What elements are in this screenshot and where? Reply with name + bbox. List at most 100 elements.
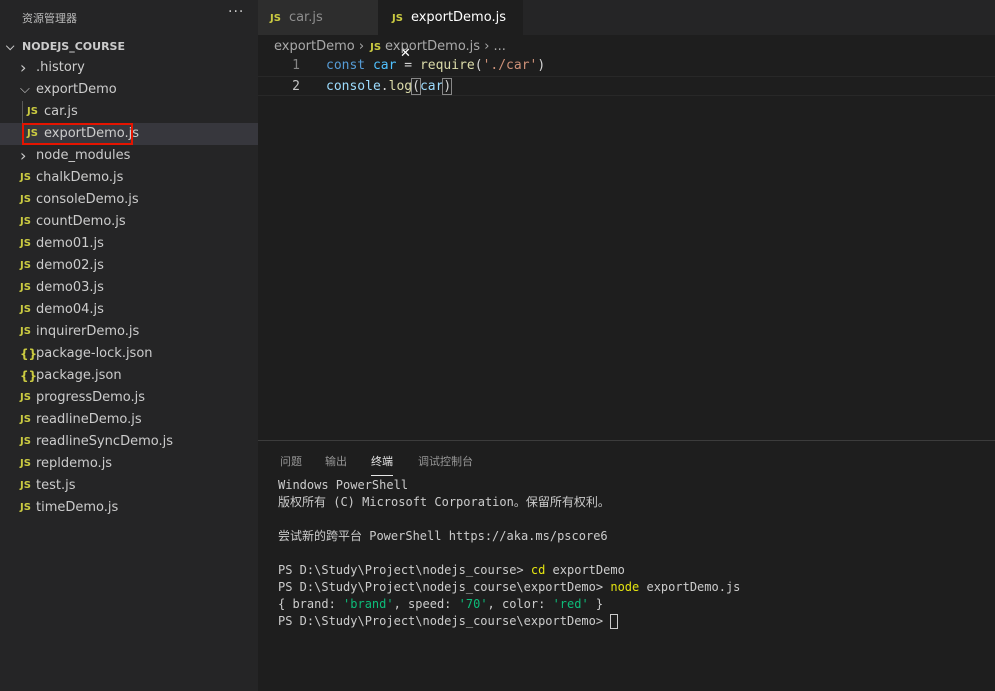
output-string: 'brand' (343, 597, 394, 611)
breadcrumb: exportDemo › JS exportDemo.js › ... (274, 38, 506, 57)
js-file-icon: JS (20, 304, 31, 315)
highlight-box (22, 123, 133, 145)
function-name: log (388, 79, 413, 94)
tree-item-label: consoleDemo.js (36, 192, 139, 207)
js-file-icon: JS (20, 194, 31, 205)
prompt: PS D:\Study\Project\nodejs_course\export… (278, 580, 611, 594)
tree-item[interactable]: JS timeDemo.js (0, 497, 258, 519)
tree-item-label: progressDemo.js (36, 390, 146, 405)
indent-guide (22, 101, 23, 123)
js-file-icon: JS (270, 13, 281, 24)
js-file-icon: JS (20, 216, 31, 227)
tree-item[interactable]: JS demo04.js (0, 299, 258, 321)
breadcrumb-folder[interactable]: exportDemo (274, 39, 355, 54)
command-arg: exportDemo.js (639, 580, 741, 594)
panel-tab-output[interactable]: 输出 (325, 453, 347, 469)
function-name: require (419, 58, 475, 73)
tree-item[interactable]: JS test.js (0, 475, 258, 497)
tree-item-label: test.js (36, 478, 76, 493)
tree-item-label: inquirerDemo.js (36, 324, 140, 339)
terminal-line: 尝试新的跨平台 PowerShell https://aka.ms/pscore… (278, 529, 608, 543)
tree-item[interactable]: JS countDemo.js (0, 211, 258, 233)
variable: car (372, 58, 397, 73)
js-file-icon: JS (20, 326, 31, 337)
paren: ) (537, 58, 546, 73)
bracket-match: ) (442, 78, 453, 95)
chevron-down-icon: ⌵ (20, 82, 30, 97)
object: console (326, 79, 381, 94)
string: './car' (482, 58, 538, 73)
tree-item-label: .history (36, 60, 85, 75)
explorer-sidebar: 资源管理器 ··· ⌵ NODEJS_COURSE › .history ⌵ expo… (0, 0, 258, 691)
js-file-icon: JS (20, 502, 31, 513)
panel-tab-debug-console[interactable]: 调试控制台 (418, 453, 473, 469)
tree-item-label: chalkDemo.js (36, 170, 124, 185)
dot: . (380, 79, 389, 94)
tree-item[interactable]: ⌵ exportDemo (0, 79, 258, 101)
js-file-icon: JS (20, 414, 31, 425)
command: cd (530, 563, 546, 577)
tree-item[interactable]: › node_modules (0, 145, 258, 167)
tree-item-label: car.js (44, 104, 78, 119)
tree-item[interactable]: JS readlineDemo.js (0, 409, 258, 431)
prompt: PS D:\Study\Project\nodejs_course> (278, 563, 531, 577)
js-file-icon: JS (20, 282, 31, 293)
code-line-1[interactable]: 1 const car = require('./car') (258, 56, 995, 76)
tree-item[interactable]: {} package.json (0, 365, 258, 387)
js-file-icon: JS (20, 480, 31, 491)
tree-item[interactable]: JS demo03.js (0, 277, 258, 299)
tree-item[interactable]: JS repldemo.js (0, 453, 258, 475)
tree-item-label: repldemo.js (36, 456, 113, 471)
chevron-right-icon: › (20, 58, 27, 77)
prompt: PS D:\Study\Project\nodejs_course\export… (278, 614, 611, 628)
tab-exportdemo-js[interactable]: JS exportDemo.js ✕ (378, 0, 523, 61)
tree-item[interactable]: › .history (0, 57, 258, 79)
tab-car-js[interactable]: JS car.js (258, 0, 378, 35)
output: , color: (487, 597, 553, 611)
breadcrumb-file[interactable]: exportDemo.js (385, 39, 480, 54)
tree-item[interactable]: JS consoleDemo.js (0, 189, 258, 211)
chevron-right-icon: › (20, 146, 27, 165)
bottom-panel: 问题 输出 终端 调试控制台 Windows PowerShell 版权所有 (… (258, 440, 995, 691)
js-file-icon: JS (20, 238, 31, 249)
editor-tabs: JS car.js JS exportDemo.js ✕ (258, 0, 995, 61)
js-file-icon: JS (20, 436, 31, 447)
tree-item[interactable]: JS readlineSyncDemo.js (0, 431, 258, 453)
tree-item-label: exportDemo (36, 82, 117, 97)
tree-item-label: demo01.js (36, 236, 104, 251)
chevron-right-icon: › (484, 39, 490, 54)
tree-item-label: readlineDemo.js (36, 412, 142, 427)
terminal-line: 版权所有 (C) Microsoft Corporation。保留所有权利。 (278, 495, 610, 509)
json-file-icon: {} (20, 347, 38, 361)
tab-label: car.js (288, 10, 323, 25)
terminal[interactable]: Windows PowerShell 版权所有 (C) Microsoft Co… (278, 477, 740, 630)
operator: = (396, 58, 420, 73)
js-file-icon: JS (20, 172, 31, 183)
paren: ( (474, 58, 483, 73)
code-line-2[interactable]: 2 console.log(car) (258, 76, 995, 96)
more-actions-icon[interactable]: ··· (228, 4, 244, 20)
chevron-right-icon: › (358, 39, 365, 54)
tree-item[interactable]: JS inquirerDemo.js (0, 321, 258, 343)
command: node (610, 580, 640, 594)
panel-tab-problems[interactable]: 问题 (280, 453, 302, 469)
workspace-root-label: NODEJS_COURSE (22, 40, 125, 53)
panel-tab-terminal[interactable]: 终端 (371, 453, 393, 476)
tab-label: exportDemo.js (410, 10, 506, 25)
tree-item-label: demo02.js (36, 258, 104, 273)
output: , speed: (393, 597, 459, 611)
tree-item-label: countDemo.js (36, 214, 126, 229)
tree-item[interactable]: JS demo01.js (0, 233, 258, 255)
workspace-root[interactable]: ⌵ NODEJS_COURSE (0, 36, 258, 58)
tree-item[interactable]: {} package-lock.json (0, 343, 258, 365)
breadcrumb-more[interactable]: ... (494, 39, 506, 54)
json-file-icon: {} (20, 369, 38, 383)
tree-item[interactable]: JS chalkDemo.js (0, 167, 258, 189)
tree-item[interactable]: JS demo02.js (0, 255, 258, 277)
js-file-icon: JS (27, 106, 38, 117)
output: } (588, 597, 604, 611)
tree-item[interactable]: JS car.js (0, 101, 258, 123)
tree-item-label: package.json (36, 368, 122, 383)
tree-item[interactable]: JS progressDemo.js (0, 387, 258, 409)
explorer-title: 资源管理器 (22, 12, 77, 25)
